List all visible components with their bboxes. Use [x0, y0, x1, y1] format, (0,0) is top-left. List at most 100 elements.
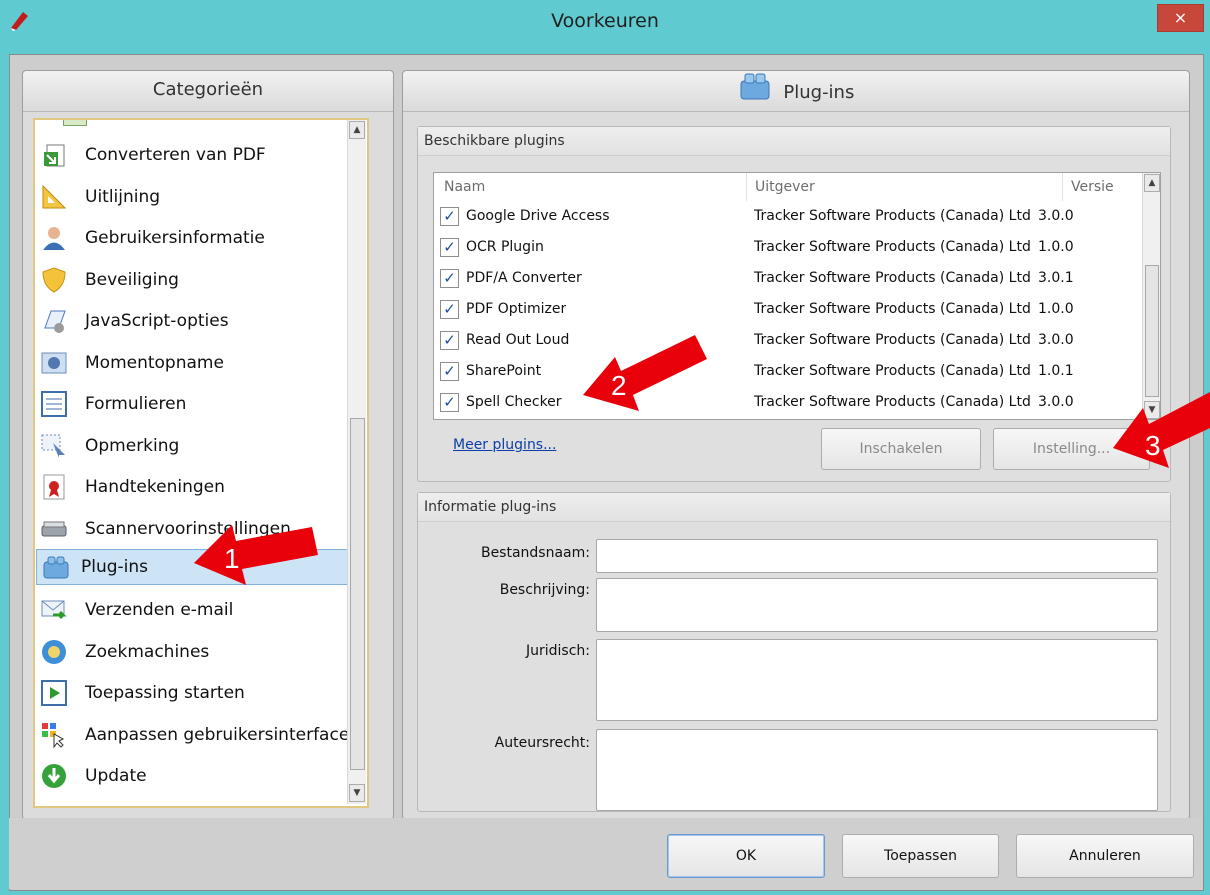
title-bar: Voorkeuren × — [0, 0, 1210, 54]
table-row[interactable]: ✓ PDF Optimizer Tracker Software Product… — [434, 294, 1144, 325]
plugin-version: 1.0.1 — [1038, 363, 1074, 379]
table-row[interactable]: ✓ Spell Checker Tracker Software Product… — [434, 387, 1144, 418]
partial-icon — [63, 120, 87, 126]
javascript-icon — [41, 308, 67, 334]
legal-label: Juridisch: — [525, 643, 590, 659]
table-row[interactable]: ✓ SharePoint Tracker Software Products (… — [434, 356, 1144, 387]
table-row[interactable]: ✓ PDF/A Converter Tracker Software Produ… — [434, 263, 1144, 294]
scroll-down-button[interactable]: ▼ — [349, 784, 365, 802]
annotation-arrow-2: 2 — [583, 335, 709, 429]
plugin-version: 3.0.1 — [1038, 270, 1074, 286]
cancel-button[interactable]: Annuleren — [1016, 834, 1194, 878]
plugin-checkbox[interactable]: ✓ — [440, 393, 459, 412]
ruler-icon — [41, 184, 67, 210]
category-label: Gebruikersinformatie — [85, 228, 265, 248]
update-icon — [41, 763, 67, 789]
category-label: Verzenden e-mail — [85, 600, 234, 620]
plugin-checkbox[interactable]: ✓ — [440, 207, 459, 226]
customize-ui-icon — [41, 722, 67, 749]
category-label: Toepassing starten — [85, 683, 245, 703]
plugin-name: Spell Checker — [466, 394, 562, 410]
preferences-window: Voorkeuren × Categorieën Converteren van… — [0, 0, 1210, 895]
category-label: Formulieren — [85, 394, 187, 414]
plugin-header-icon — [738, 71, 772, 115]
email-icon — [41, 597, 67, 623]
plugin-checkbox[interactable]: ✓ — [440, 269, 459, 288]
legal-field[interactable] — [596, 639, 1158, 721]
category-label: Handtekeningen — [85, 477, 225, 497]
copyright-field[interactable] — [596, 729, 1158, 811]
available-plugins-title: Beschikbare plugins — [424, 133, 565, 149]
category-label: Aanpassen gebruikersinterface — [85, 725, 350, 745]
category-label: Zoekmachines — [85, 642, 210, 662]
window-title: Voorkeuren — [551, 10, 659, 32]
categories-scrollbar[interactable]: ▲ ▼ — [347, 120, 366, 804]
more-plugins-link[interactable]: Meer plugins... — [453, 437, 556, 453]
categories-list[interactable]: Converteren van PDF Uitlijning Gebruiker… — [33, 118, 369, 808]
category-label: Uitlijning — [85, 187, 161, 207]
filename-label: Bestandsnaam: — [480, 545, 590, 561]
description-field[interactable] — [596, 578, 1158, 632]
plugin-version: 1.0.0 — [1038, 239, 1074, 255]
plugin-icon — [42, 554, 69, 580]
plugin-publisher: Tracker Software Products (Canada) Ltd — [754, 239, 1031, 255]
plugin-checkbox[interactable]: ✓ — [440, 331, 459, 350]
signature-icon — [41, 474, 67, 500]
plugin-name: Google Drive Access — [466, 208, 610, 224]
enable-button[interactable]: Inschakelen — [821, 428, 981, 470]
categories-header: Categorieën — [23, 71, 393, 112]
plugin-name: PDF/A Converter — [466, 270, 582, 286]
table-row[interactable]: ✓ Google Drive Access Tracker Software P… — [434, 201, 1144, 232]
plugin-checkbox[interactable]: ✓ — [440, 362, 459, 381]
column-header-name[interactable]: Naam — [444, 173, 485, 201]
category-label: Momentopname — [85, 353, 224, 373]
plugin-publisher: Tracker Software Products (Canada) Ltd — [754, 394, 1031, 410]
shield-icon — [41, 267, 67, 293]
plugins-header-title: Plug-ins — [783, 82, 855, 103]
plugin-version: 3.0.0 — [1038, 208, 1074, 224]
plugin-checkbox[interactable]: ✓ — [440, 238, 459, 257]
plugin-info-title: Informatie plug-ins — [424, 499, 557, 515]
plugin-version: 3.0.0 — [1038, 332, 1074, 348]
scroll-thumb[interactable] — [350, 418, 365, 770]
plugin-name: OCR Plugin — [466, 239, 544, 255]
camera-icon — [41, 350, 67, 376]
search-engine-icon — [41, 639, 67, 665]
scroll-thumb[interactable] — [1145, 265, 1159, 397]
plugin-publisher: Tracker Software Products (Canada) Ltd — [754, 301, 1031, 317]
category-label: Converteren van PDF — [85, 145, 266, 165]
scroll-up-button[interactable]: ▲ — [349, 121, 365, 139]
column-header-version[interactable]: Versie — [1062, 173, 1131, 201]
annotation-number-2: 2 — [611, 370, 627, 401]
annotation-number-1: 1 — [224, 543, 240, 574]
filename-field[interactable] — [596, 539, 1158, 573]
apply-button[interactable]: Toepassen — [842, 834, 999, 878]
plugin-publisher: Tracker Software Products (Canada) Ltd — [754, 332, 1031, 348]
table-row[interactable]: ✓ Read Out Loud Tracker Software Product… — [434, 325, 1144, 356]
annotation-arrow-3: 3 — [1113, 390, 1210, 484]
description-label: Beschrijving: — [499, 582, 590, 598]
column-header-publisher[interactable]: Uitgever — [746, 173, 1055, 201]
category-label: Update — [85, 766, 147, 786]
category-label: Plug-ins — [81, 557, 149, 577]
plugin-name: Read Out Loud — [466, 332, 570, 348]
plugins-scrollbar[interactable]: ▲ ▼ — [1142, 173, 1160, 419]
annotation-number-3: 3 — [1145, 430, 1161, 461]
form-icon — [41, 391, 67, 417]
ok-button[interactable]: OK — [667, 834, 825, 878]
plugins-header: Plug-ins — [403, 71, 1189, 112]
plugin-version: 1.0.0 — [1038, 301, 1074, 317]
plugins-table[interactable]: Naam Uitgever Versie ✓ Google Drive Acce… — [433, 172, 1161, 420]
plugin-publisher: Tracker Software Products (Canada) Ltd — [754, 208, 1031, 224]
scanner-icon — [41, 516, 67, 542]
close-button[interactable]: × — [1157, 4, 1204, 32]
category-label: Beveiliging — [85, 270, 179, 290]
play-icon — [41, 680, 67, 706]
convert-pdf-icon — [41, 142, 67, 168]
plugin-publisher: Tracker Software Products (Canada) Ltd — [754, 363, 1031, 379]
table-row[interactable]: ✓ OCR Plugin Tracker Software Products (… — [434, 232, 1144, 263]
scroll-up-button[interactable]: ▲ — [1144, 174, 1160, 192]
plugin-checkbox[interactable]: ✓ — [440, 300, 459, 319]
category-label: Opmerking — [85, 436, 180, 456]
comment-icon — [41, 433, 67, 459]
